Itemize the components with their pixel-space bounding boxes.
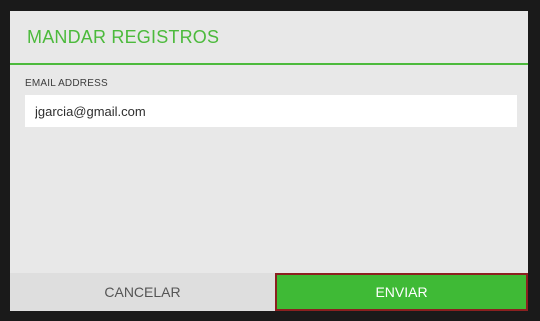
send-records-dialog: MANDAR REGISTROS EMAIL ADDRESS CANCELAR … [10,11,528,311]
send-button[interactable]: ENVIAR [275,273,528,311]
email-field[interactable] [25,95,517,127]
cancel-button-label: CANCELAR [104,284,181,300]
cancel-button[interactable]: CANCELAR [10,273,275,311]
dialog-header: MANDAR REGISTROS [10,11,528,65]
dialog-title: MANDAR REGISTROS [27,26,220,47]
send-button-label: ENVIAR [375,284,428,300]
email-label: EMAIL ADDRESS [25,78,108,89]
dialog-buttons: CANCELAR ENVIAR [10,273,528,311]
